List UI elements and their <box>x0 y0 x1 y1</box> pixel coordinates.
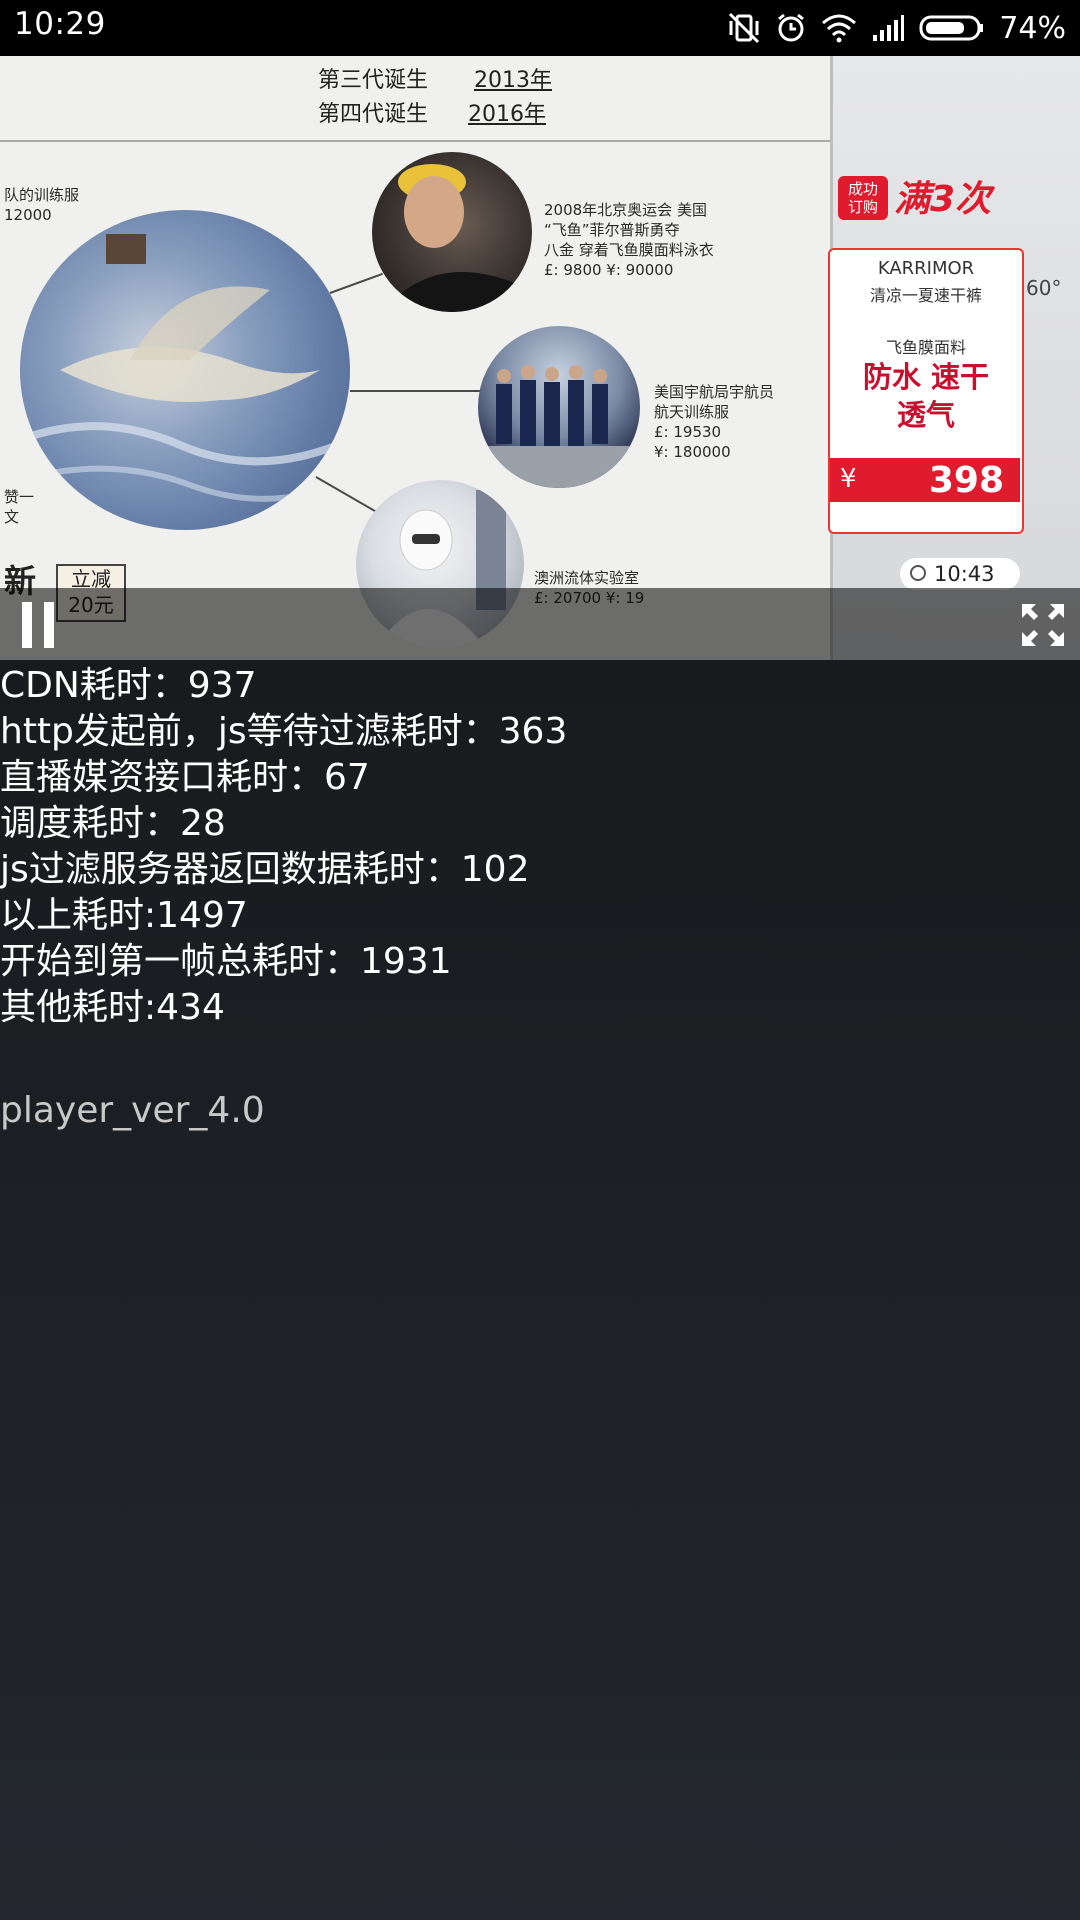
board-gen4-year: 2016年 <box>468 102 546 127</box>
connector-line <box>329 272 383 294</box>
stat-dispatch: 调度耗时：28 <box>0 803 226 844</box>
ad-features: 防水 速干 透气 <box>862 360 990 432</box>
stat-js-wait: http发起前，js等待过滤耗时：363 <box>0 711 568 752</box>
stat-subtotal: 以上耗时:1497 <box>0 895 248 936</box>
battery-icon <box>919 15 984 41</box>
connector-line <box>315 476 378 513</box>
fullscreen-icon[interactable] <box>1020 602 1066 648</box>
alarm-icon <box>778 13 805 42</box>
status-time: 10:29 <box>14 6 106 42</box>
board-left-edge-b: 文 <box>4 508 20 526</box>
stat-other: 其他耗时:434 <box>0 987 225 1028</box>
astronauts-image <box>478 326 640 488</box>
signal-icon <box>873 15 905 41</box>
video-player[interactable]: 第三代诞生 2013年 第四代诞生 2016年 队的训练服 12000 赞一 文… <box>0 56 1080 660</box>
board-left-top: 队的训练服 <box>4 186 80 204</box>
ad-price: 398 <box>928 460 1004 501</box>
video-time-chip: 10:43 <box>900 558 1020 590</box>
connector-line <box>350 390 480 392</box>
ad-card[interactable]: KARRIMOR 清凉一夏速干裤 飞鱼膜面料 防水 速干 透气 ¥ 398 <box>828 248 1024 534</box>
flying-fish-image <box>20 210 350 530</box>
wifi-icon <box>822 14 857 43</box>
stat-media-api: 直播媒资接口耗时：67 <box>0 757 370 798</box>
astronaut-caption: 美国宇航局宇航员 航天训练服 £: 19530 ¥: 180000 <box>654 383 775 461</box>
stat-first-frame: 开始到第一帧总耗时：1931 <box>0 941 452 982</box>
ad-badge: 成功 订购 <box>838 176 888 220</box>
battery-percent: 74% <box>999 10 1066 46</box>
status-bar: 10:29 74% <box>0 0 1080 56</box>
ad-subtitle: 清凉一夏速干裤 <box>869 286 982 305</box>
vibrate-off-icon <box>729 12 760 44</box>
video-time: 10:43 <box>934 562 995 586</box>
board-left-edge-a: 赞一 <box>4 488 35 506</box>
status-icons: 74% <box>727 8 1066 48</box>
timing-stats: CDN耗时：937 http发起前，js等待过滤耗时：363 直播媒资接口耗时：… <box>0 663 1080 1031</box>
swimmer-caption: 2008年北京奥运会 美国 “飞鱼”菲尔普斯勇夺 八金 穿着飞鱼膜面料泳衣 £:… <box>544 201 714 279</box>
video-frame: 第三代诞生 2013年 第四代诞生 2016年 队的训练服 12000 赞一 文… <box>0 56 1080 660</box>
player-controls <box>0 588 1080 660</box>
board-gen4-label: 第四代诞生 <box>318 102 429 127</box>
board-gen3-label: 第三代诞生 <box>318 68 429 93</box>
clock-icon <box>910 565 926 581</box>
board-left-price: 12000 <box>4 206 52 224</box>
ad-bg-text: 60° <box>1026 276 1062 300</box>
player-version: player_ver_4.0 <box>0 1090 265 1131</box>
stat-cdn: CDN耗时：937 <box>0 665 257 706</box>
board-divider <box>0 140 830 142</box>
ad-currency: ¥ <box>840 464 857 494</box>
board-gen3-year: 2013年 <box>474 68 552 93</box>
ad-brand: KARRIMOR <box>877 258 975 279</box>
pause-icon[interactable] <box>18 602 58 648</box>
stat-js-filter: js过滤服务器返回数据耗时：102 <box>0 849 530 890</box>
ad-material: 飞鱼膜面料 <box>885 338 966 357</box>
ad-price-bar: ¥ 398 <box>830 458 1020 502</box>
swimmer-image <box>372 152 532 312</box>
ad-slogan: 满3次 <box>894 179 992 220</box>
